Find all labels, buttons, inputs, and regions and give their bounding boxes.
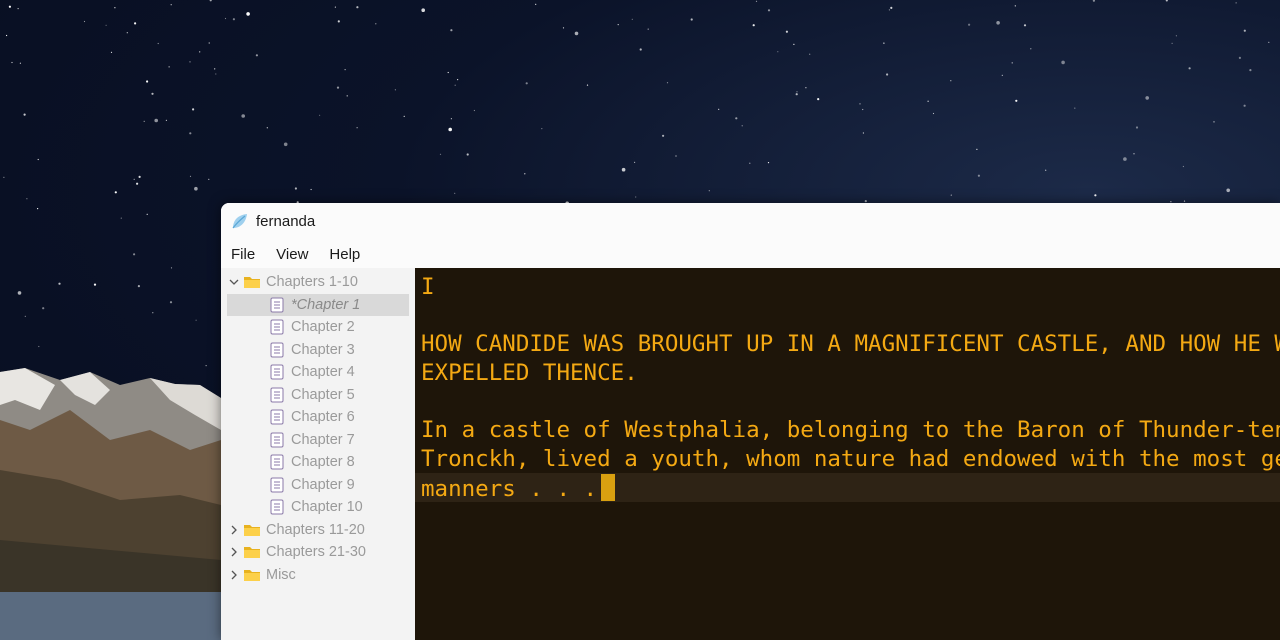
tree-item-label: Chapter 2: [291, 319, 355, 336]
tree-item-label: Chapter 3: [291, 341, 355, 358]
editor-line-text: manners . . .: [421, 476, 598, 502]
document-icon: [270, 454, 284, 470]
tree-item-label: Chapter 10: [291, 499, 363, 516]
tree-file[interactable]: *Chapter 1: [227, 293, 409, 316]
tree-file[interactable]: Chapter 6: [221, 406, 415, 429]
tree-item-label: Chapter 8: [291, 454, 355, 471]
document-icon: [270, 297, 284, 313]
editor-line: HOW CANDIDE WAS BROUGHT UP IN A MAGNIFIC…: [421, 331, 1280, 357]
tree-file[interactable]: Chapter 10: [221, 496, 415, 519]
tree-item-label: Chapter 6: [291, 409, 355, 426]
text-cursor: [601, 474, 616, 501]
tree-item-label: Chapter 4: [291, 364, 355, 381]
tree-item-label: Chapter 7: [291, 431, 355, 448]
editor-line: EXPELLED THENCE.: [421, 360, 638, 386]
tree-item-label: Chapter 5: [291, 386, 355, 403]
folder-icon: [244, 569, 260, 581]
tree-folder[interactable]: Misc: [221, 564, 415, 587]
tree-item-label: Chapters 1-10: [266, 274, 358, 291]
document-icon: [270, 499, 284, 515]
tree-item-label: *Chapter 1: [291, 296, 361, 313]
editor-line: I: [421, 274, 435, 300]
document-icon: [270, 364, 284, 380]
tree-file[interactable]: Chapter 9: [221, 474, 415, 497]
editor-line: In a castle of Westphalia, belonging to …: [421, 417, 1280, 443]
chevron-right-icon[interactable]: [229, 570, 239, 580]
tree-file[interactable]: Chapter 5: [221, 384, 415, 407]
tree-folder[interactable]: Chapters 21-30: [221, 541, 415, 564]
document-icon: [270, 432, 284, 448]
document-icon: [270, 477, 284, 493]
chevron-right-icon[interactable]: [229, 547, 239, 557]
menu-help[interactable]: Help: [329, 246, 360, 263]
app-window: fernanda File View Help Chapters 1-10 *Ch…: [221, 203, 1280, 640]
tree-file[interactable]: Chapter 4: [221, 361, 415, 384]
tree-item-label: Chapters 21-30: [266, 544, 366, 561]
chevron-right-icon[interactable]: [229, 525, 239, 535]
tree-item-label: Misc: [266, 566, 296, 583]
tree-file[interactable]: Chapter 7: [221, 429, 415, 452]
title-bar[interactable]: fernanda: [221, 203, 1280, 240]
folder-icon: [244, 547, 260, 559]
document-icon: [270, 387, 284, 403]
tree-item-label: Chapter 9: [291, 476, 355, 493]
tree-folder[interactable]: Chapters 1-10: [221, 271, 415, 294]
document-icon: [270, 319, 284, 335]
document-icon: [270, 409, 284, 425]
editor-line: Tronckh, lived a youth, whom nature had …: [421, 446, 1280, 472]
tree-file[interactable]: Chapter 3: [221, 339, 415, 362]
feather-leaf-icon: [232, 213, 247, 228]
document-icon: [270, 342, 284, 358]
tree-file[interactable]: Chapter 8: [221, 451, 415, 474]
tree-file[interactable]: Chapter 2: [221, 316, 415, 339]
file-tree: Chapters 1-10 *Chapter 1 Chapter 2 Chapter …: [221, 268, 415, 640]
editor-line-wrap: manners . . .: [421, 474, 616, 504]
menu-view[interactable]: View: [276, 246, 308, 263]
tree-folder[interactable]: Chapters 11-20: [221, 519, 415, 542]
folder-icon: [244, 524, 260, 536]
chevron-down-icon[interactable]: [229, 277, 239, 287]
menu-bar: File View Help: [221, 240, 1280, 268]
text-editor[interactable]: I HOW CANDIDE WAS BROUGHT UP IN A MAGNIFI…: [415, 268, 1280, 640]
folder-icon: [244, 277, 260, 289]
window-title: fernanda: [256, 213, 316, 230]
menu-file[interactable]: File: [231, 246, 255, 263]
tree-item-label: Chapters 11-20: [266, 521, 365, 538]
